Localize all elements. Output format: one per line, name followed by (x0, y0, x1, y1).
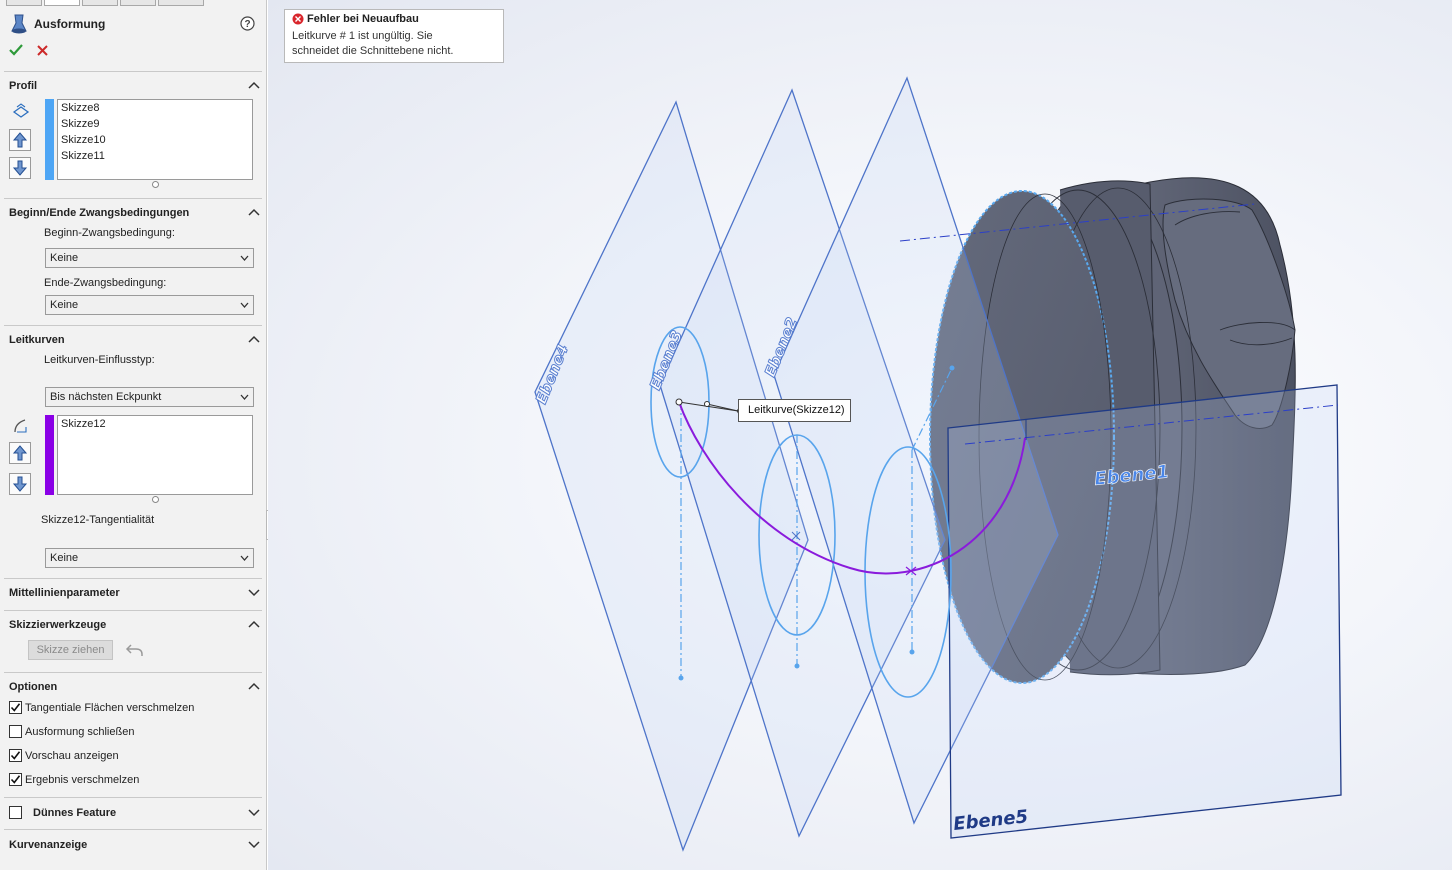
section-thin-feature-title[interactable]: Dünnes Feature (33, 807, 116, 819)
arrow-up-icon (12, 132, 28, 148)
profile-color-bar (45, 99, 54, 180)
guide-tangency-label: Skizze12-Tangentialität (41, 514, 155, 526)
guide-curve-list[interactable]: Skizze12 (57, 415, 253, 495)
chevron-down-icon (240, 302, 249, 308)
chevron-down-icon (240, 555, 249, 561)
guide-color-bar (45, 415, 54, 495)
chevron-down-icon[interactable] (248, 807, 260, 817)
guide-influence-select[interactable]: Bis nächsten Eckpunkt (45, 387, 254, 407)
section-sketch-tools-title: Skizzierwerkzeuge (9, 619, 107, 631)
manager-tabs (0, 0, 266, 6)
list-item[interactable]: Skizze11 (58, 148, 252, 164)
chevron-down-icon[interactable] (248, 587, 260, 597)
profile-selection-icon (12, 103, 30, 118)
guide-influence-value: Bis nächsten Eckpunkt (50, 391, 162, 403)
section-centerline-title[interactable]: Mittellinienparameter (9, 587, 120, 599)
plane-ebene5[interactable] (947, 384, 1342, 839)
checkmark-icon (10, 775, 21, 784)
show-preview-checkbox[interactable] (9, 749, 22, 762)
section-guides-title: Leitkurven (9, 334, 65, 346)
chevron-down-icon (240, 394, 249, 400)
guide-influence-label: Leitkurven-Einflusstyp: (44, 354, 155, 366)
tab-display-manager[interactable] (158, 0, 204, 6)
divider (4, 797, 262, 798)
close-icon[interactable] (37, 45, 48, 56)
chevron-up-icon[interactable] (248, 619, 260, 629)
close-loft-label[interactable]: Ausformung schließen (25, 726, 134, 738)
merge-tangent-faces-label[interactable]: Tangentiale Flächen verschmelzen (25, 702, 194, 714)
chevron-up-icon[interactable] (248, 681, 260, 691)
arrow-down-icon (12, 476, 28, 492)
svg-text:?: ? (244, 19, 250, 30)
merge-result-label[interactable]: Ergebnis verschmelzen (25, 774, 139, 786)
loft-feature-icon (11, 14, 27, 34)
tab-configuration-manager[interactable] (82, 0, 118, 6)
list-resize-handle[interactable] (152, 181, 159, 188)
guide-curve-selection-icon (14, 419, 27, 433)
show-preview-label[interactable]: Vorschau anzeigen (25, 750, 119, 762)
error-message-line1: Leitkurve # 1 ist ungültig. Sie (292, 30, 433, 42)
checkmark-icon (10, 751, 21, 760)
chevron-up-icon[interactable] (248, 334, 260, 344)
list-item[interactable]: Skizze9 (58, 116, 252, 132)
guide-tangency-value: Keine (50, 552, 79, 564)
error-message-line2: schneidet die Schnittebene nicht. (292, 45, 454, 57)
drag-sketch-button[interactable]: Skizze ziehen (28, 640, 113, 660)
arrow-up-icon (12, 445, 28, 461)
divider (4, 325, 262, 326)
divider (4, 829, 262, 830)
feature-title: Ausformung (34, 17, 106, 31)
rebuild-error-tooltip: Fehler bei Neuaufbau Leitkurve # 1 ist u… (284, 9, 504, 63)
divider (4, 198, 262, 199)
close-loft-checkbox[interactable] (9, 725, 22, 738)
chevron-down-icon[interactable] (248, 839, 260, 849)
guide-curve-callout[interactable]: Leitkurve(Skizze12) (738, 399, 851, 422)
start-constraint-select[interactable]: Keine (45, 248, 254, 268)
chevron-down-icon (240, 255, 249, 261)
end-constraint-label: Ende-Zwangsbedingung: (44, 277, 167, 289)
tab-feature-manager[interactable] (6, 0, 42, 6)
merge-result-checkbox[interactable] (9, 773, 22, 786)
checkmark-icon[interactable] (9, 44, 23, 56)
checkmark-icon (10, 703, 21, 712)
merge-tangent-faces-checkbox[interactable] (9, 701, 22, 714)
list-item[interactable]: Skizze12 (58, 416, 252, 432)
section-profile-title: Profil (9, 80, 38, 92)
chevron-up-icon[interactable] (248, 80, 260, 90)
move-up-button[interactable] (9, 442, 31, 464)
arrow-down-icon (12, 160, 28, 176)
graphics-viewport[interactable]: Ebene4 Ebene3 Ebene2 Ebene1 Ebene5 Leitk… (268, 0, 1452, 870)
model-view[interactable]: Ebene4 Ebene3 Ebene2 Ebene1 Ebene5 (268, 0, 1452, 870)
end-constraint-value: Keine (50, 299, 79, 311)
error-title: Fehler bei Neuaufbau (307, 13, 419, 25)
property-manager: Ausformung ? Profil Skizze8 Skizze9 Skiz… (0, 0, 267, 870)
undo-icon[interactable] (125, 641, 145, 658)
section-options-title: Optionen (9, 681, 58, 693)
divider (4, 71, 262, 72)
tab-dimxpert[interactable] (120, 0, 156, 6)
divider (4, 578, 262, 579)
profile-list[interactable]: Skizze8 Skizze9 Skizze10 Skizze11 (57, 99, 253, 180)
start-constraint-value: Keine (50, 252, 79, 264)
start-constraint-label: Beginn-Zwangsbedingung: (44, 227, 175, 239)
list-item[interactable]: Skizze8 (58, 100, 252, 116)
list-item[interactable]: Skizze10 (58, 132, 252, 148)
list-resize-handle[interactable] (152, 496, 159, 503)
thin-feature-checkbox[interactable] (9, 806, 22, 819)
section-curve-display-title[interactable]: Kurvenanzeige (9, 839, 87, 851)
move-down-button[interactable] (9, 473, 31, 495)
error-icon (292, 13, 304, 25)
guide-tangency-select[interactable]: Keine (45, 548, 254, 568)
tab-property-manager[interactable] (44, 0, 80, 6)
divider (4, 672, 262, 673)
move-down-button[interactable] (9, 157, 31, 179)
end-constraint-select[interactable]: Keine (45, 295, 254, 315)
chevron-up-icon[interactable] (248, 207, 260, 217)
move-up-button[interactable] (9, 129, 31, 151)
help-icon[interactable]: ? (240, 16, 255, 31)
section-constraints-title: Beginn/Ende Zwangsbedingungen (9, 207, 190, 219)
divider (4, 610, 262, 611)
